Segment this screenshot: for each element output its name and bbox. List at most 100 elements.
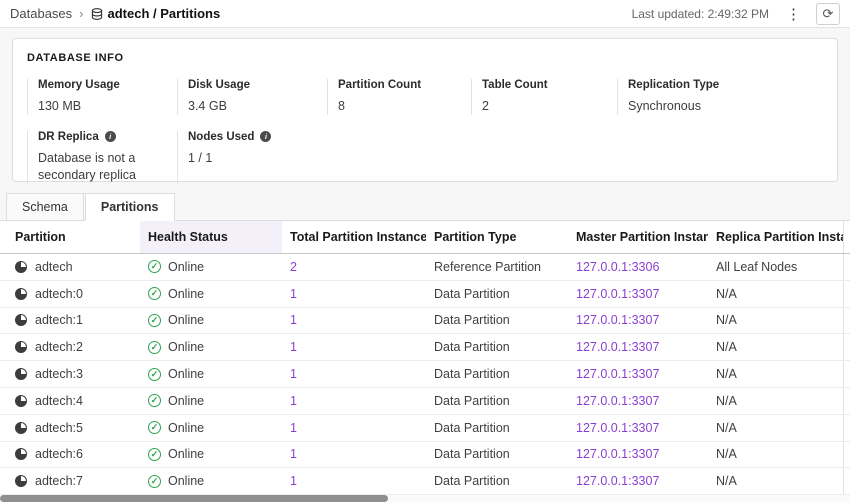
field-dr-replica: DR Replica i Database is not a secondary… <box>27 131 177 184</box>
partition-cell: adtech:3 <box>0 367 140 381</box>
master-instance-link[interactable]: 127.0.0.1:3307 <box>576 474 659 488</box>
info-icon[interactable]: i <box>260 131 271 142</box>
partition-pie-icon <box>15 314 27 326</box>
master-instance-link[interactable]: 127.0.0.1:3307 <box>576 421 659 435</box>
master-instance-link[interactable]: 127.0.0.1:3307 <box>576 394 659 408</box>
total-instances-link[interactable]: 2 <box>290 260 297 274</box>
breadcrumb-separator: › <box>79 6 83 21</box>
partition-pie-icon <box>15 422 27 434</box>
kebab-menu-icon[interactable]: ⋮ <box>783 5 804 23</box>
horizontal-scrollbar-track[interactable] <box>0 495 850 502</box>
master-instance-cell: 127.0.0.1:3307 <box>568 474 708 488</box>
field-memory-usage: Memory Usage 130 MB <box>27 79 177 115</box>
master-instance-cell: 127.0.0.1:3307 <box>568 313 708 327</box>
partition-name: adtech:2 <box>35 340 83 354</box>
total-instances-link[interactable]: 1 <box>290 367 297 381</box>
replica-instance-cell: N/A <box>708 447 843 461</box>
field-nodes-used: Nodes Used i 1 / 1 <box>177 131 327 184</box>
total-instances-cell: 1 <box>282 447 426 461</box>
field-value: 2 <box>482 98 614 115</box>
column-header-health-status[interactable]: Health Status <box>140 221 282 253</box>
health-status-cell: ✓Online <box>140 447 282 461</box>
field-value: 3.4 GB <box>188 98 320 115</box>
master-instance-link[interactable]: 127.0.0.1:3307 <box>576 447 659 461</box>
column-header-overflow <box>843 221 850 253</box>
table-row: adtech:2✓Online1Data Partition127.0.0.1:… <box>0 334 850 361</box>
online-check-icon: ✓ <box>148 260 161 273</box>
total-instances-link[interactable]: 1 <box>290 447 297 461</box>
row-overflow-cell <box>843 361 850 387</box>
health-status-text: Online <box>168 367 204 381</box>
total-instances-link[interactable]: 1 <box>290 394 297 408</box>
online-check-icon: ✓ <box>148 341 161 354</box>
partition-cell: adtech:4 <box>0 394 140 408</box>
total-instances-cell: 1 <box>282 474 426 488</box>
refresh-button[interactable]: ⟳ <box>816 3 840 25</box>
column-header-replica-instance[interactable]: Replica Partition Instance ... <box>708 221 843 253</box>
health-status-cell: ✓Online <box>140 474 282 488</box>
master-instance-link[interactable]: 127.0.0.1:3307 <box>576 313 659 327</box>
row-overflow-cell <box>843 415 850 441</box>
partition-pie-icon <box>15 475 27 487</box>
partition-pie-icon <box>15 448 27 460</box>
field-label: DR Replica i <box>38 131 177 143</box>
partition-type-cell: Data Partition <box>426 421 568 435</box>
info-icon[interactable]: i <box>105 131 116 142</box>
row-overflow-cell <box>843 281 850 307</box>
row-overflow-cell <box>843 468 850 494</box>
total-instances-cell: 1 <box>282 367 426 381</box>
partition-name: adtech:4 <box>35 394 83 408</box>
replica-instance-cell: N/A <box>708 421 843 435</box>
partition-name: adtech:6 <box>35 447 83 461</box>
column-header-partition[interactable]: Partition <box>0 221 140 253</box>
master-instance-cell: 127.0.0.1:3307 <box>568 287 708 301</box>
total-instances-link[interactable]: 1 <box>290 474 297 488</box>
partition-name: adtech <box>35 260 73 274</box>
health-status-text: Online <box>168 287 204 301</box>
field-value: 130 MB <box>38 98 170 115</box>
total-instances-link[interactable]: 1 <box>290 287 297 301</box>
total-instances-link[interactable]: 1 <box>290 340 297 354</box>
row-overflow-cell <box>843 308 850 334</box>
tab-schema[interactable]: Schema <box>6 193 84 220</box>
total-instances-cell: 1 <box>282 394 426 408</box>
total-instances-link[interactable]: 1 <box>290 313 297 327</box>
master-instance-link[interactable]: 127.0.0.1:3307 <box>576 287 659 301</box>
page-title: adtech / Partitions <box>108 6 221 21</box>
master-instance-link[interactable]: 127.0.0.1:3307 <box>576 340 659 354</box>
field-label: Memory Usage <box>38 79 177 91</box>
field-label: Table Count <box>482 79 617 91</box>
field-value: 1 / 1 <box>188 150 320 167</box>
table-row: adtech:4✓Online1Data Partition127.0.0.1:… <box>0 388 850 415</box>
column-header-total-instances[interactable]: Total Partition Instances <box>282 221 426 253</box>
info-fields-row-2: DR Replica i Database is not a secondary… <box>27 131 823 184</box>
table-row: adtech:3✓Online1Data Partition127.0.0.1:… <box>0 361 850 388</box>
tab-partitions[interactable]: Partitions <box>85 193 175 221</box>
online-check-icon: ✓ <box>148 421 161 434</box>
table-row: adtech:5✓Online1Data Partition127.0.0.1:… <box>0 415 850 442</box>
partition-cell: adtech:0 <box>0 287 140 301</box>
online-check-icon: ✓ <box>148 314 161 327</box>
replica-instance-cell: N/A <box>708 340 843 354</box>
row-overflow-cell <box>843 442 850 468</box>
health-status-cell: ✓Online <box>140 421 282 435</box>
row-overflow-cell <box>843 254 850 280</box>
table-body: adtech✓Online2Reference Partition127.0.0… <box>0 254 850 495</box>
health-status-text: Online <box>168 447 204 461</box>
online-check-icon: ✓ <box>148 287 161 300</box>
total-instances-link[interactable]: 1 <box>290 421 297 435</box>
master-instance-link[interactable]: 127.0.0.1:3307 <box>576 367 659 381</box>
column-header-master-instance[interactable]: Master Partition Instance ... <box>568 221 708 253</box>
master-instance-link[interactable]: 127.0.0.1:3306 <box>576 260 659 274</box>
online-check-icon: ✓ <box>148 475 161 488</box>
breadcrumb-databases-link[interactable]: Databases <box>10 6 72 21</box>
online-check-icon: ✓ <box>148 368 161 381</box>
column-header-partition-type[interactable]: Partition Type <box>426 221 568 253</box>
table-row: adtech:0✓Online1Data Partition127.0.0.1:… <box>0 281 850 308</box>
top-bar: Databases › adtech / Partitions Last upd… <box>0 0 850 28</box>
field-value: 8 <box>338 98 470 115</box>
total-instances-cell: 1 <box>282 421 426 435</box>
table-row: adtech✓Online2Reference Partition127.0.0… <box>0 254 850 281</box>
partition-pie-icon <box>15 395 27 407</box>
horizontal-scrollbar-thumb[interactable] <box>0 495 388 502</box>
